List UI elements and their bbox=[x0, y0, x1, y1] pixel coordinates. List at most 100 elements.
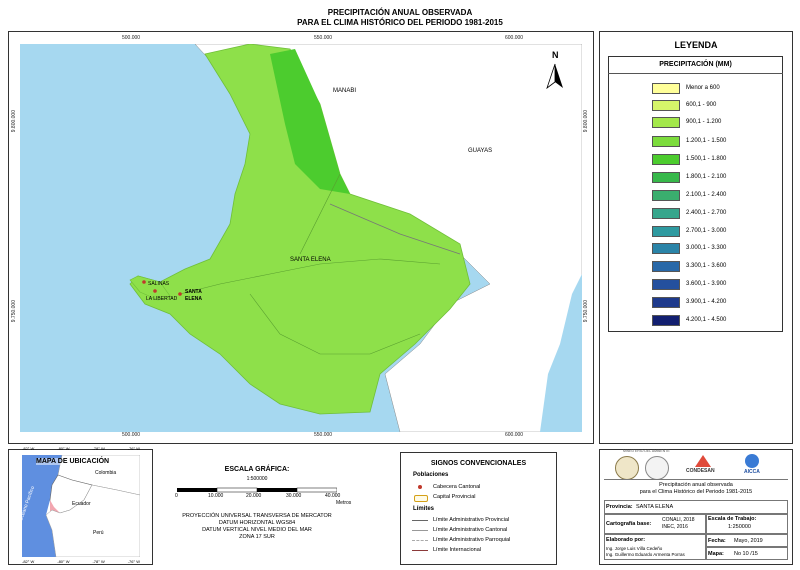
legend-item: 1.800,1 - 2.100 bbox=[652, 171, 726, 183]
x-tick-bottom-550000: 550.000 bbox=[314, 432, 333, 438]
north-label: N bbox=[552, 50, 559, 60]
legend-item: 4.200,1 - 4.500 bbox=[652, 314, 726, 326]
legend-item: 3.000,1 - 3.300 bbox=[652, 242, 726, 254]
cantonal-label: Límite Administrativo Cantonal bbox=[433, 527, 508, 533]
cantonal-line-icon bbox=[412, 530, 428, 531]
capital-label: Capital Provincial bbox=[433, 494, 476, 500]
loc-top-tick: -78° W bbox=[92, 446, 105, 451]
label-santa-elena-town-1: SANTA bbox=[185, 289, 202, 295]
legend-swatch bbox=[652, 314, 680, 326]
y-tick-right-9800000: 9.800.000 bbox=[583, 110, 589, 133]
label-manabi: MANABI bbox=[333, 88, 357, 94]
x-tick-bottom-500000: 500.000 bbox=[122, 432, 141, 438]
map-title-line1: PRECIPITACIÓN ANUAL OBSERVADA bbox=[327, 8, 473, 17]
legend-item: 2.400,1 - 2.700 bbox=[652, 207, 726, 219]
loc-top-tick: -76° W bbox=[127, 446, 140, 451]
legend-swatch bbox=[652, 135, 680, 147]
legend-item: Menor a 600 bbox=[652, 82, 720, 94]
description-line: para el Clima Histórico del Periodo 1981… bbox=[639, 489, 753, 495]
x-tick-top-550000: 550.000 bbox=[314, 35, 333, 41]
capital-symbol-icon bbox=[414, 495, 428, 502]
label-ecuador: Ecuador bbox=[72, 501, 91, 507]
label-guayas: GUAYAS bbox=[468, 148, 493, 154]
logo-ecuador-icon bbox=[645, 456, 669, 480]
scale-unit: Metros bbox=[336, 500, 352, 506]
carto-value-1: CONALI, 2018 bbox=[662, 517, 695, 523]
cabecera-symbol-icon bbox=[418, 485, 422, 489]
mapa-label: Mapa: bbox=[708, 551, 724, 557]
legend-swatch bbox=[652, 260, 680, 272]
legend-item-label: 3.900,1 - 4.200 bbox=[686, 299, 727, 305]
map-title-line2: PARA EL CLIMA HISTÓRICO DEL PERIODO 1981… bbox=[297, 18, 503, 27]
y-tick-left-9750000: 9.750.000 bbox=[11, 300, 17, 323]
legend-item: 1.500,1 - 1.800 bbox=[652, 153, 726, 165]
elaborado-label: Elaborado por: bbox=[606, 537, 646, 543]
legend-swatch bbox=[652, 278, 680, 290]
loc-bottom-tick: -78° W bbox=[92, 559, 105, 564]
internacional-line-icon bbox=[412, 550, 428, 551]
legend-swatch bbox=[652, 116, 680, 128]
logo-ministerio-icon bbox=[615, 456, 639, 480]
y-tick-right-9750000: 9.750.000 bbox=[583, 300, 589, 323]
internacional-label: Límite Internacional bbox=[433, 547, 481, 553]
cabecera-salinas bbox=[142, 280, 146, 284]
cabecera-santa-elena bbox=[178, 292, 182, 296]
label-peru: Perú bbox=[93, 530, 104, 536]
loc-top-tick: -82° W bbox=[22, 446, 35, 451]
mapa-value: No 10 /15 bbox=[734, 551, 758, 557]
fecha-value: Mayo, 2019 bbox=[734, 538, 763, 544]
loc-top-tick: -80° W bbox=[57, 446, 70, 451]
legend-item-label: 4.200,1 - 4.500 bbox=[686, 317, 727, 323]
legend-item-label: 3.000,1 - 3.300 bbox=[686, 245, 727, 251]
legend-swatch bbox=[652, 296, 680, 308]
legend-subtitle: PRECIPITACIÓN (MM) bbox=[659, 61, 732, 68]
projection-line: DATUM HORIZONTAL WGS84 bbox=[218, 520, 296, 526]
projection-line: DATUM VERTICAL NIVEL MEDIO DEL MAR bbox=[202, 527, 312, 533]
location-bottom-ticks: -82° W -80° W -78° W -76° W bbox=[22, 559, 140, 564]
cabecera-label: Cabecera Cantonal bbox=[433, 484, 481, 490]
label-santa-elena-town-2: ELENA bbox=[185, 296, 202, 302]
legend-item-label: 2.400,1 - 2.700 bbox=[686, 210, 727, 216]
loc-bottom-tick: -76° W bbox=[127, 559, 140, 564]
provincial-label: Límite Administrativo Provincial bbox=[433, 517, 510, 523]
legend-item: 3.300,1 - 3.600 bbox=[652, 260, 726, 272]
legend-item: 900,1 - 1.200 bbox=[652, 116, 721, 128]
legend-swatch bbox=[652, 99, 680, 111]
scale-title: ESCALA GRÁFICA: bbox=[224, 466, 290, 473]
projection-line: PROYECCIÓN UNIVERSAL TRANSVERSA DE MERCA… bbox=[182, 513, 332, 519]
legend-item-label: 900,1 - 1.200 bbox=[686, 119, 722, 125]
parroquial-line-icon bbox=[412, 540, 428, 541]
logo-aicca-label: AICCA bbox=[744, 469, 760, 475]
province-value: SANTA ELENA bbox=[636, 504, 674, 510]
location-top-ticks: -82° W -80° W -78° W -76° W bbox=[22, 446, 140, 451]
legend-item: 3.600,1 - 3.900 bbox=[652, 278, 726, 290]
signs-title: SIGNOS CONVENCIONALES bbox=[430, 460, 527, 467]
scale-tick-4: 40.000 bbox=[325, 493, 341, 499]
province-label: Provincia: bbox=[606, 504, 633, 510]
scale-tick-1: 10.000 bbox=[208, 493, 224, 499]
legend-item: 1.200,1 - 1.500 bbox=[652, 135, 726, 147]
legend-item-label: 3.600,1 - 3.900 bbox=[686, 281, 727, 287]
legend-item-label: 2.100,1 - 2.400 bbox=[686, 192, 727, 198]
legend-item-label: 1.500,1 - 1.800 bbox=[686, 156, 727, 162]
loc-bottom-tick: -82° W bbox=[22, 559, 35, 564]
location-map-title: MAPA DE UBICACIÓN bbox=[36, 458, 110, 465]
legend-item: 2.100,1 - 2.400 bbox=[652, 189, 726, 201]
scale-work-value: 1:250000 bbox=[728, 524, 751, 530]
logo-aicca-icon bbox=[745, 454, 759, 468]
projection-line: ZONA 17 SUR bbox=[239, 534, 275, 540]
logo-ministerio-label: MINISTERIO DEL AMBIENTE bbox=[623, 449, 670, 453]
y-tick-left-9800000: 9.800.000 bbox=[11, 110, 17, 133]
label-santa-elena-province: SANTA ELENA bbox=[290, 257, 331, 263]
poblaciones-title: Poblaciones bbox=[413, 472, 449, 478]
label-colombia: Colombia bbox=[95, 470, 117, 476]
cabecera-la-libertad bbox=[153, 289, 157, 293]
legend-item-label: 1.800,1 - 2.100 bbox=[686, 174, 727, 180]
author-2: Ing. Guillermo Eduardo Armenta Porras bbox=[606, 552, 685, 557]
carto-label: Cartografía base: bbox=[606, 521, 652, 527]
legend-subtitle-divider bbox=[608, 73, 783, 74]
scale-tick-3: 30.000 bbox=[286, 493, 302, 499]
legend-swatch bbox=[652, 225, 680, 237]
legend-swatch bbox=[652, 189, 680, 201]
info-divider bbox=[604, 479, 788, 480]
